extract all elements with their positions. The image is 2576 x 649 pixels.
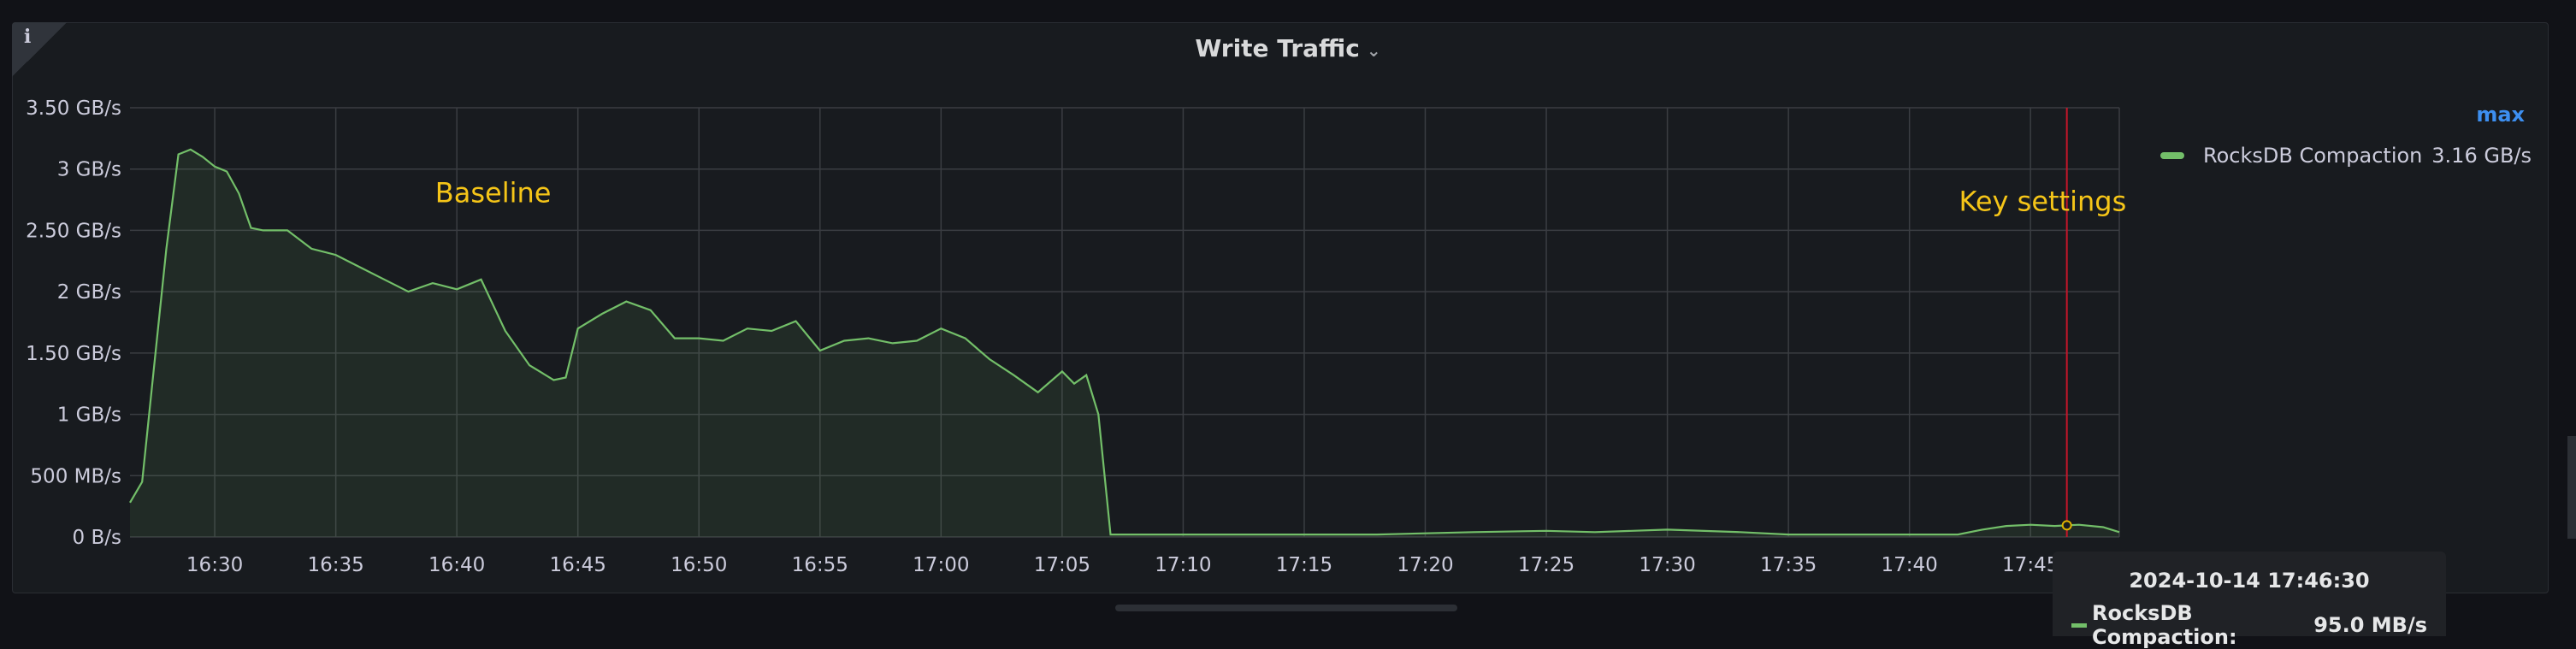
annotation-label: Key settings [1959, 185, 2126, 217]
x-tick-label: 16:35 [307, 554, 363, 576]
x-tick-label: 17:05 [1034, 554, 1090, 576]
crosshair-point [2061, 520, 2072, 531]
horizontal-scrollbar[interactable] [1115, 605, 1457, 611]
x-tick-label: 16:40 [428, 554, 485, 576]
y-tick-label: 0 B/s [73, 527, 121, 549]
annotation-label: Baseline [435, 176, 552, 209]
vertical-scrollbar[interactable] [2567, 436, 2576, 539]
legend-swatch [2160, 152, 2184, 159]
x-tick-label: 16:50 [671, 554, 727, 576]
legend-item[interactable]: RocksDB Compaction 3.16 GB/s [2160, 144, 2537, 168]
hover-tooltip: 2024-10-14 17:46:30 RocksDB Compaction: … [2053, 552, 2446, 649]
x-tick-label: 17:30 [1639, 554, 1695, 576]
x-tick-label: 17:20 [1397, 554, 1453, 576]
tooltip-row: RocksDB Compaction: 95.0 MB/s [2071, 601, 2427, 649]
y-tick-label: 3.50 GB/s [26, 97, 121, 120]
tooltip-time: 2024-10-14 17:46:30 [2129, 569, 2370, 593]
x-tick-label: 17:40 [1882, 554, 1938, 576]
x-tick-label: 17:10 [1155, 554, 1211, 576]
x-tick-label: 17:35 [1760, 554, 1817, 576]
x-tick-label: 16:30 [186, 554, 243, 576]
x-tick-label: 17:25 [1518, 554, 1575, 576]
x-tick-label: 16:45 [550, 554, 606, 576]
tooltip-value: 95.0 MB/s [2313, 613, 2427, 637]
tooltip-swatch [2071, 622, 2087, 628]
x-tick-label: 17:00 [913, 554, 969, 576]
y-tick-label: 2 GB/s [57, 281, 121, 304]
y-tick-label: 3 GB/s [57, 159, 121, 181]
tooltip-series-label: RocksDB Compaction: [2092, 601, 2237, 649]
x-tick-label: 17:45 [2002, 554, 2059, 576]
legend-series-max: 3.16 GB/s [2431, 144, 2532, 168]
series-area [130, 149, 2119, 538]
write-traffic-chart[interactable]: 0 B/s 500 MB/s 1 GB/s 1.50 GB/s 2 GB/s 2.50 G… [0, 0, 2576, 636]
x-tick-label: 16:55 [792, 554, 848, 576]
x-tick-label: 17:15 [1276, 554, 1332, 576]
legend-max-header[interactable]: max [2476, 103, 2525, 127]
y-tick-label: 1 GB/s [57, 404, 121, 427]
y-tick-label: 2.50 GB/s [26, 220, 121, 242]
y-tick-label: 1.50 GB/s [26, 343, 121, 365]
legend-series-name[interactable]: RocksDB Compaction [2203, 144, 2431, 168]
y-tick-label: 500 MB/s [30, 465, 121, 487]
